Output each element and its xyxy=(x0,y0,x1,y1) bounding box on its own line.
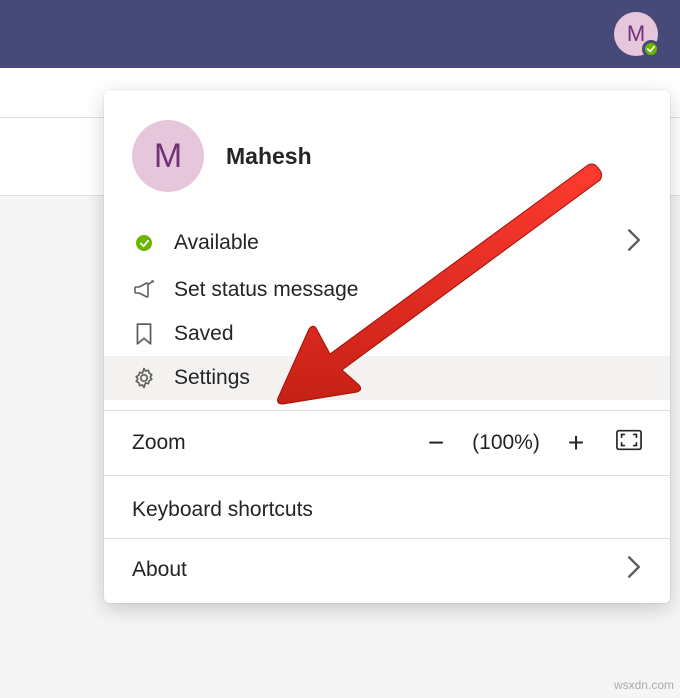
zoom-out-button[interactable]: − xyxy=(416,429,456,457)
keyboard-shortcuts-menu-item[interactable]: Keyboard shortcuts xyxy=(104,488,670,532)
profile-dropdown-menu: M Mahesh Available Set status message Sa… xyxy=(104,90,670,603)
about-label: About xyxy=(132,558,187,582)
zoom-in-button[interactable]: + xyxy=(556,429,596,457)
status-menu-item[interactable]: Available xyxy=(104,218,670,268)
watermark: wsxdn.com xyxy=(614,678,674,692)
profile-header: M Mahesh xyxy=(104,112,670,218)
set-status-menu-item[interactable]: Set status message xyxy=(104,268,670,312)
saved-label: Saved xyxy=(174,322,234,346)
available-status-icon xyxy=(136,235,152,251)
set-status-label: Set status message xyxy=(174,278,358,302)
profile-avatar-large: M xyxy=(132,120,204,192)
chevron-right-icon xyxy=(626,228,642,258)
gear-icon xyxy=(132,366,156,390)
zoom-value: (100%) xyxy=(456,431,556,455)
presence-available-icon xyxy=(642,40,660,58)
zoom-label: Zoom xyxy=(132,431,416,455)
avatar-initial-large: M xyxy=(154,137,182,176)
settings-label: Settings xyxy=(174,366,250,390)
keyboard-shortcuts-label: Keyboard shortcuts xyxy=(132,498,313,522)
megaphone-icon xyxy=(132,278,156,302)
about-menu-item[interactable]: About xyxy=(104,545,670,603)
chevron-right-icon xyxy=(626,555,642,585)
profile-name: Mahesh xyxy=(226,143,312,170)
fullscreen-icon[interactable] xyxy=(616,429,642,457)
settings-menu-item[interactable]: Settings xyxy=(104,356,670,400)
status-label: Available xyxy=(174,231,259,255)
app-titlebar: M xyxy=(0,0,680,68)
zoom-row: Zoom − (100%) + xyxy=(104,410,670,476)
avatar-initial: M xyxy=(627,21,645,47)
bookmark-icon xyxy=(132,322,156,346)
divider xyxy=(104,538,670,539)
profile-avatar-button[interactable]: M xyxy=(614,12,658,56)
saved-menu-item[interactable]: Saved xyxy=(104,312,670,356)
